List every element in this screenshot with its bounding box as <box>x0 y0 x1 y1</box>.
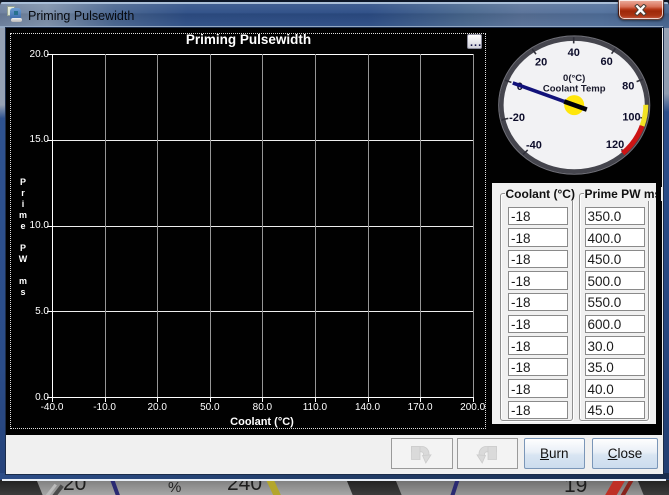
svg-text:0(°C): 0(°C) <box>563 73 585 84</box>
svg-text:20: 20 <box>535 56 547 68</box>
svg-text:40: 40 <box>568 47 580 59</box>
svg-text:Coolant Temp: Coolant Temp <box>543 83 606 94</box>
svg-text:120: 120 <box>606 138 624 150</box>
svg-text:-20: -20 <box>509 112 525 124</box>
svg-text:80: 80 <box>622 80 634 92</box>
svg-text:100: 100 <box>622 111 640 123</box>
svg-text:-40: -40 <box>526 139 542 151</box>
svg-text:60: 60 <box>600 56 612 68</box>
